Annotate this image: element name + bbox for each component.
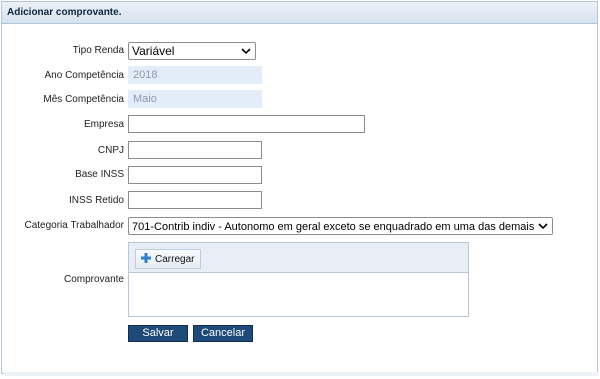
mes-competencia-label: Mês Competência [43, 94, 124, 105]
cnpj-input[interactable] [128, 141, 262, 159]
panel-footer-line [4, 372, 598, 376]
categoria-trabalhador-label: Categoria Trabalhador [24, 220, 124, 231]
cancelar-button[interactable]: Cancelar [193, 325, 253, 342]
add-receipt-panel: Adicionar comprovante. [1, 1, 598, 374]
tipo-renda-label: Tipo Renda [72, 45, 124, 56]
carregar-label: Carregar [155, 253, 195, 265]
carregar-button[interactable]: Carregar [135, 249, 202, 269]
salvar-button[interactable]: Salvar [128, 325, 188, 342]
ano-competencia-label: Ano Competência [44, 70, 125, 81]
chevron-down-icon [240, 43, 252, 59]
panel-title: Adicionar comprovante. [7, 7, 122, 18]
chevron-down-icon [537, 218, 549, 234]
base-inss-input[interactable] [128, 166, 262, 184]
tipo-renda-value: Variável [132, 44, 175, 58]
comprovante-uploader: Carregar [128, 242, 469, 317]
uploader-drop-area[interactable] [129, 273, 468, 316]
inss-retido-label: INSS Retido [68, 195, 124, 206]
empresa-input[interactable] [128, 115, 365, 133]
inss-retido-input[interactable] [128, 191, 262, 209]
plus-icon [140, 252, 152, 267]
tipo-renda-select[interactable]: Variável [128, 42, 256, 60]
uploader-toolbar: Carregar [129, 243, 468, 273]
base-inss-label: Base INSS [75, 169, 124, 180]
categoria-trabalhador-value: 701-Contrib indiv - Autonomo em geral ex… [132, 221, 535, 233]
mes-competencia-field: Maio [128, 90, 262, 108]
panel-header: Adicionar comprovante. [2, 2, 597, 24]
categoria-trabalhador-select[interactable]: 701-Contrib indiv - Autonomo em geral ex… [128, 217, 553, 235]
empresa-label: Empresa [83, 119, 124, 130]
cnpj-label: CNPJ [97, 145, 124, 156]
ano-competencia-field: 2018 [128, 66, 262, 84]
comprovante-label: Comprovante [63, 274, 124, 285]
